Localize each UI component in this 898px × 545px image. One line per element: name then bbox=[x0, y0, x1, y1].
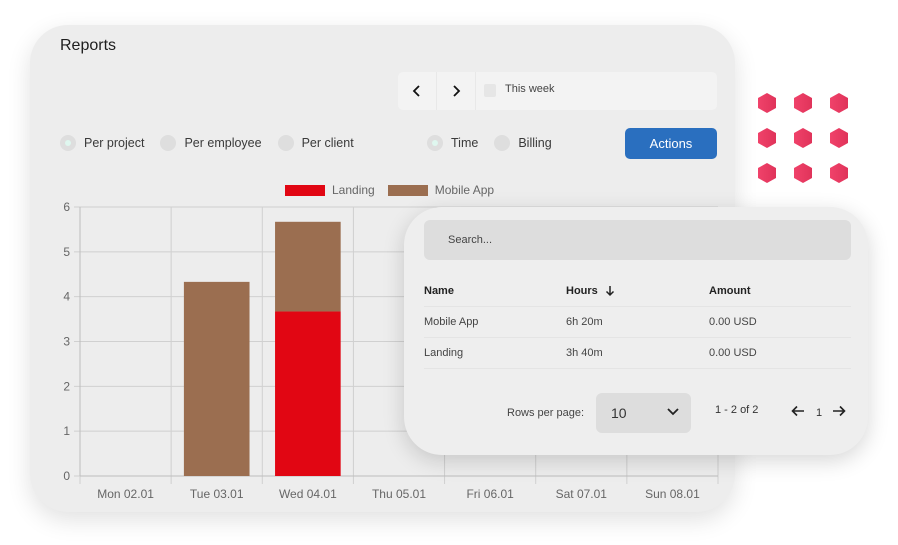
current-page: 1 bbox=[816, 407, 823, 419]
decorative-hex-grid bbox=[756, 92, 856, 192]
column-header-name[interactable]: Name bbox=[424, 285, 454, 297]
x-tick-label: Fri 06.01 bbox=[466, 487, 514, 501]
bar-mobile-app bbox=[275, 221, 341, 312]
rows-per-page-select[interactable]: 10 bbox=[596, 393, 691, 433]
x-tick-label: Sat 07.01 bbox=[556, 487, 608, 501]
arrow-down-icon bbox=[605, 286, 614, 297]
cell-amount: 0.00 USD bbox=[709, 347, 757, 359]
page-range: 1 - 2 of 2 bbox=[715, 404, 759, 416]
column-header-hours[interactable]: Hours bbox=[566, 285, 616, 297]
rows-per-page-label: Rows per page: bbox=[507, 407, 585, 419]
cell-amount: 0.00 USD bbox=[709, 316, 757, 328]
x-tick-label: Tue 03.01 bbox=[190, 487, 244, 501]
column-header-label: Hours bbox=[566, 285, 598, 297]
prev-page-button[interactable] bbox=[791, 405, 805, 417]
y-tick-label: 1 bbox=[63, 424, 70, 438]
hexagon-icon bbox=[794, 163, 812, 183]
divider bbox=[424, 337, 851, 338]
projects-table-card: Name Hours Amount Mobile App 6h 20m 0.00… bbox=[404, 207, 868, 455]
y-tick-label: 3 bbox=[63, 335, 70, 349]
y-tick-label: 0 bbox=[63, 469, 70, 483]
x-tick-label: Sun 08.01 bbox=[645, 487, 700, 501]
cell-hours: 6h 20m bbox=[566, 316, 603, 328]
y-tick-label: 5 bbox=[63, 245, 70, 259]
divider bbox=[424, 368, 851, 369]
cell-name: Mobile App bbox=[424, 316, 479, 328]
rows-per-page-value: 10 bbox=[611, 405, 627, 421]
hexagon-icon bbox=[758, 128, 776, 148]
cell-hours: 3h 40m bbox=[566, 347, 603, 359]
hexagon-icon bbox=[830, 163, 848, 183]
hexagon-icon bbox=[794, 93, 812, 113]
y-tick-label: 4 bbox=[63, 290, 70, 304]
y-tick-label: 6 bbox=[63, 200, 70, 214]
hexagon-icon bbox=[758, 93, 776, 113]
hexagon-icon bbox=[830, 93, 848, 113]
hexagon-icon bbox=[758, 163, 776, 183]
x-tick-label: Wed 04.01 bbox=[279, 487, 337, 501]
hexagon-icon bbox=[794, 128, 812, 148]
bar-landing bbox=[275, 311, 341, 476]
search-input[interactable] bbox=[424, 220, 851, 260]
cell-name: Landing bbox=[424, 347, 464, 359]
x-tick-label: Thu 05.01 bbox=[372, 487, 426, 501]
bar-mobile-app bbox=[183, 281, 250, 476]
column-header-amount[interactable]: Amount bbox=[709, 285, 751, 297]
next-page-button[interactable] bbox=[832, 405, 846, 417]
y-tick-label: 2 bbox=[63, 379, 70, 393]
chevron-down-icon bbox=[667, 408, 679, 416]
divider bbox=[424, 306, 851, 307]
x-tick-label: Mon 02.01 bbox=[97, 487, 154, 501]
hexagon-icon bbox=[830, 128, 848, 148]
